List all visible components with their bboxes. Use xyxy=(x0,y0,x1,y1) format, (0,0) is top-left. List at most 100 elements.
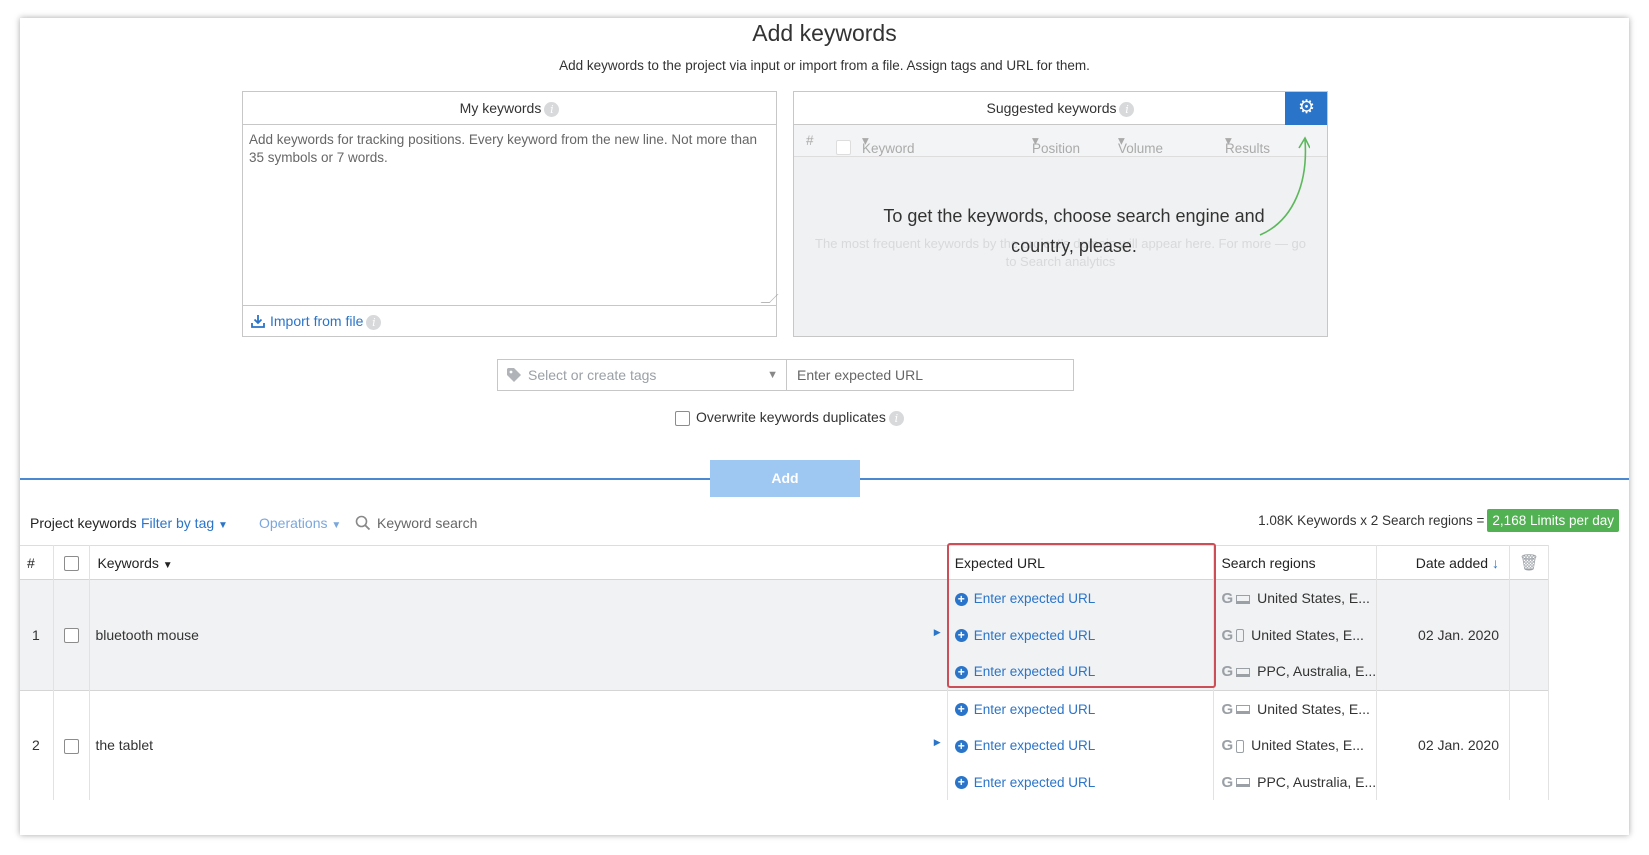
suggested-keywords-title: Suggested keywords xyxy=(986,100,1117,116)
row-date: 02 Jan. 2020 xyxy=(1376,579,1510,690)
row-select-cell xyxy=(53,579,91,690)
filter-by-tag-dropdown[interactable]: Filter by tag ▼ xyxy=(141,515,228,531)
overwrite-duplicates-row: Overwrite keywords duplicates i xyxy=(675,409,904,426)
search-icon xyxy=(355,515,371,531)
table-row: 1 bluetooth mouse ▶ + Enter expected URL +… xyxy=(20,579,1549,690)
google-icon: G xyxy=(1221,590,1234,607)
info-icon[interactable]: i xyxy=(1119,101,1135,117)
plus-circle-icon: + xyxy=(954,665,968,679)
limits-text: 1.08K Keywords x 2 Search regions = xyxy=(1258,513,1485,528)
info-icon[interactable]: i xyxy=(544,101,560,117)
google-icon: G xyxy=(1221,773,1234,791)
mobile-icon xyxy=(1236,739,1245,753)
tags-select[interactable]: Select or create tags ▼ xyxy=(497,359,787,391)
import-from-file-label: Import from file xyxy=(270,313,364,329)
row-checkbox[interactable] xyxy=(64,738,80,754)
row-actions-cell xyxy=(1509,689,1549,800)
row-actions-cell xyxy=(1509,579,1549,690)
google-icon: G xyxy=(1221,663,1234,680)
enter-url-link[interactable]: + Enter expected URL xyxy=(954,617,1214,654)
add-button[interactable]: Add xyxy=(710,460,860,497)
my-keywords-title: My keywords xyxy=(459,100,542,116)
my-keywords-panel: My keywords i Add keywords for tracking p… xyxy=(242,91,779,337)
caret-down-icon: ▼ xyxy=(162,559,173,571)
header-select-all xyxy=(53,545,91,580)
desktop-icon xyxy=(1236,705,1251,715)
enter-url-link[interactable]: + Enter expected URL xyxy=(954,764,1214,801)
caret-right-icon[interactable]: ▶ xyxy=(934,737,941,748)
header-search-regions: Search regions xyxy=(1213,545,1378,580)
enter-url-link[interactable]: + Enter expected URL xyxy=(954,653,1214,690)
plus-circle-icon: + xyxy=(954,703,968,717)
row-urls-cell: + Enter expected URL + Enter expected URL … xyxy=(947,689,1215,801)
row-num: 2 xyxy=(20,689,55,800)
keywords-table: # Keywords ▼ Expected URL Search regions… xyxy=(20,545,1549,800)
tag-icon xyxy=(507,368,521,382)
info-icon[interactable]: i xyxy=(366,314,382,330)
google-icon: G xyxy=(1221,700,1234,718)
header-expected-url: Expected URL xyxy=(947,545,1215,580)
overwrite-duplicates-label: Overwrite keywords duplicates xyxy=(696,409,886,425)
col-keyword[interactable]: Keyword ▾ xyxy=(862,133,915,156)
operations-dropdown[interactable]: Operations ▼ xyxy=(259,515,341,531)
suggested-keywords-header: Suggested keywords i ⚙ xyxy=(794,92,1327,125)
plus-circle-icon: + xyxy=(954,776,968,790)
enter-url-link[interactable]: + Enter expected URL xyxy=(954,580,1214,617)
col-results[interactable]: Results ▾ xyxy=(1225,133,1270,156)
select-all-checkbox[interactable] xyxy=(64,555,80,571)
header-keywords[interactable]: Keywords ▼ xyxy=(89,545,948,580)
caret-right-icon[interactable]: ▶ xyxy=(934,627,941,638)
gear-icon: ⚙ xyxy=(1297,97,1316,118)
enter-url-link[interactable]: + Enter expected URL xyxy=(954,727,1214,764)
row-keyword-cell: bluetooth mouse ▶ xyxy=(89,579,948,690)
trash-icon[interactable]: 🗑 xyxy=(1519,555,1539,572)
row-keyword-cell: the tablet ▶ xyxy=(89,689,948,800)
page-subtitle: Add keywords to the project via input or… xyxy=(559,58,1090,73)
region-entry: G United States, E... xyxy=(1221,737,1364,754)
region-entry: G United States, E... xyxy=(1221,700,1370,718)
settings-button[interactable]: ⚙ xyxy=(1285,92,1327,125)
project-keywords-toolbar: Project keywords Filter by tag ▼ Operati… xyxy=(30,509,1619,536)
expected-url-placeholder: Enter expected URL xyxy=(797,367,924,383)
region-entry: G United States, E... xyxy=(1221,590,1370,607)
header-num: # xyxy=(20,545,55,580)
overwrite-duplicates-checkbox[interactable] xyxy=(675,410,690,426)
table-header-row: # Keywords ▼ Expected URL Search regions… xyxy=(20,545,1549,580)
enter-url-link[interactable]: + Enter expected URL xyxy=(954,691,1214,728)
add-keywords-dialog: Add keywords Add keywords to the project… xyxy=(20,18,1629,835)
header-date-added[interactable]: Date added ↓ xyxy=(1376,545,1510,580)
row-checkbox[interactable] xyxy=(64,628,80,644)
row-num: 1 xyxy=(20,579,55,690)
col-num: # xyxy=(806,133,814,148)
row-regions-cell: G United States, E... G United States, E..… xyxy=(1213,689,1378,800)
info-icon[interactable]: i xyxy=(888,410,904,426)
desktop-icon xyxy=(1236,667,1251,677)
mobile-icon xyxy=(1236,629,1245,643)
import-from-file-link[interactable]: Import from file i xyxy=(243,306,776,337)
tags-placeholder: Select or create tags xyxy=(528,367,657,383)
resize-handle-icon[interactable] xyxy=(760,294,779,303)
limits-summary: 1.08K Keywords x 2 Search regions = 2,168… xyxy=(1258,509,1619,532)
header-delete: 🗑 xyxy=(1509,545,1549,580)
keywords-textarea[interactable]: Add keywords for tracking positions. Eve… xyxy=(243,125,779,306)
plus-circle-icon: + xyxy=(954,592,968,606)
desktop-icon xyxy=(1236,778,1251,788)
expected-url-input[interactable]: Enter expected URL xyxy=(786,359,1074,391)
region-entry: G PPC, Australia, E... xyxy=(1221,663,1377,680)
table-row: 2 the tablet ▶ + Enter expected URL + Enter… xyxy=(20,689,1549,801)
row-keyword: bluetooth mouse xyxy=(95,626,199,643)
chevron-down-icon: ▼ xyxy=(767,369,778,381)
row-date: 02 Jan. 2020 xyxy=(1376,689,1510,800)
desktop-icon xyxy=(1236,594,1251,604)
row-regions-cell: G United States, E... G United States, E..… xyxy=(1213,579,1378,690)
google-icon: G xyxy=(1221,737,1234,754)
page-title: Add keywords xyxy=(752,20,897,46)
project-keywords-label: Project keywords xyxy=(30,515,137,531)
col-volume[interactable]: Volume ▾ xyxy=(1118,133,1163,156)
sort-down-arrow-icon: ↓ xyxy=(1492,554,1499,571)
keyword-search-input[interactable]: Keyword search xyxy=(355,515,477,531)
google-icon: G xyxy=(1221,626,1234,644)
limits-badge: 2,168 Limits per day xyxy=(1487,509,1619,532)
col-position[interactable]: Position ▾ xyxy=(1032,133,1080,156)
plus-circle-icon: + xyxy=(954,629,968,643)
